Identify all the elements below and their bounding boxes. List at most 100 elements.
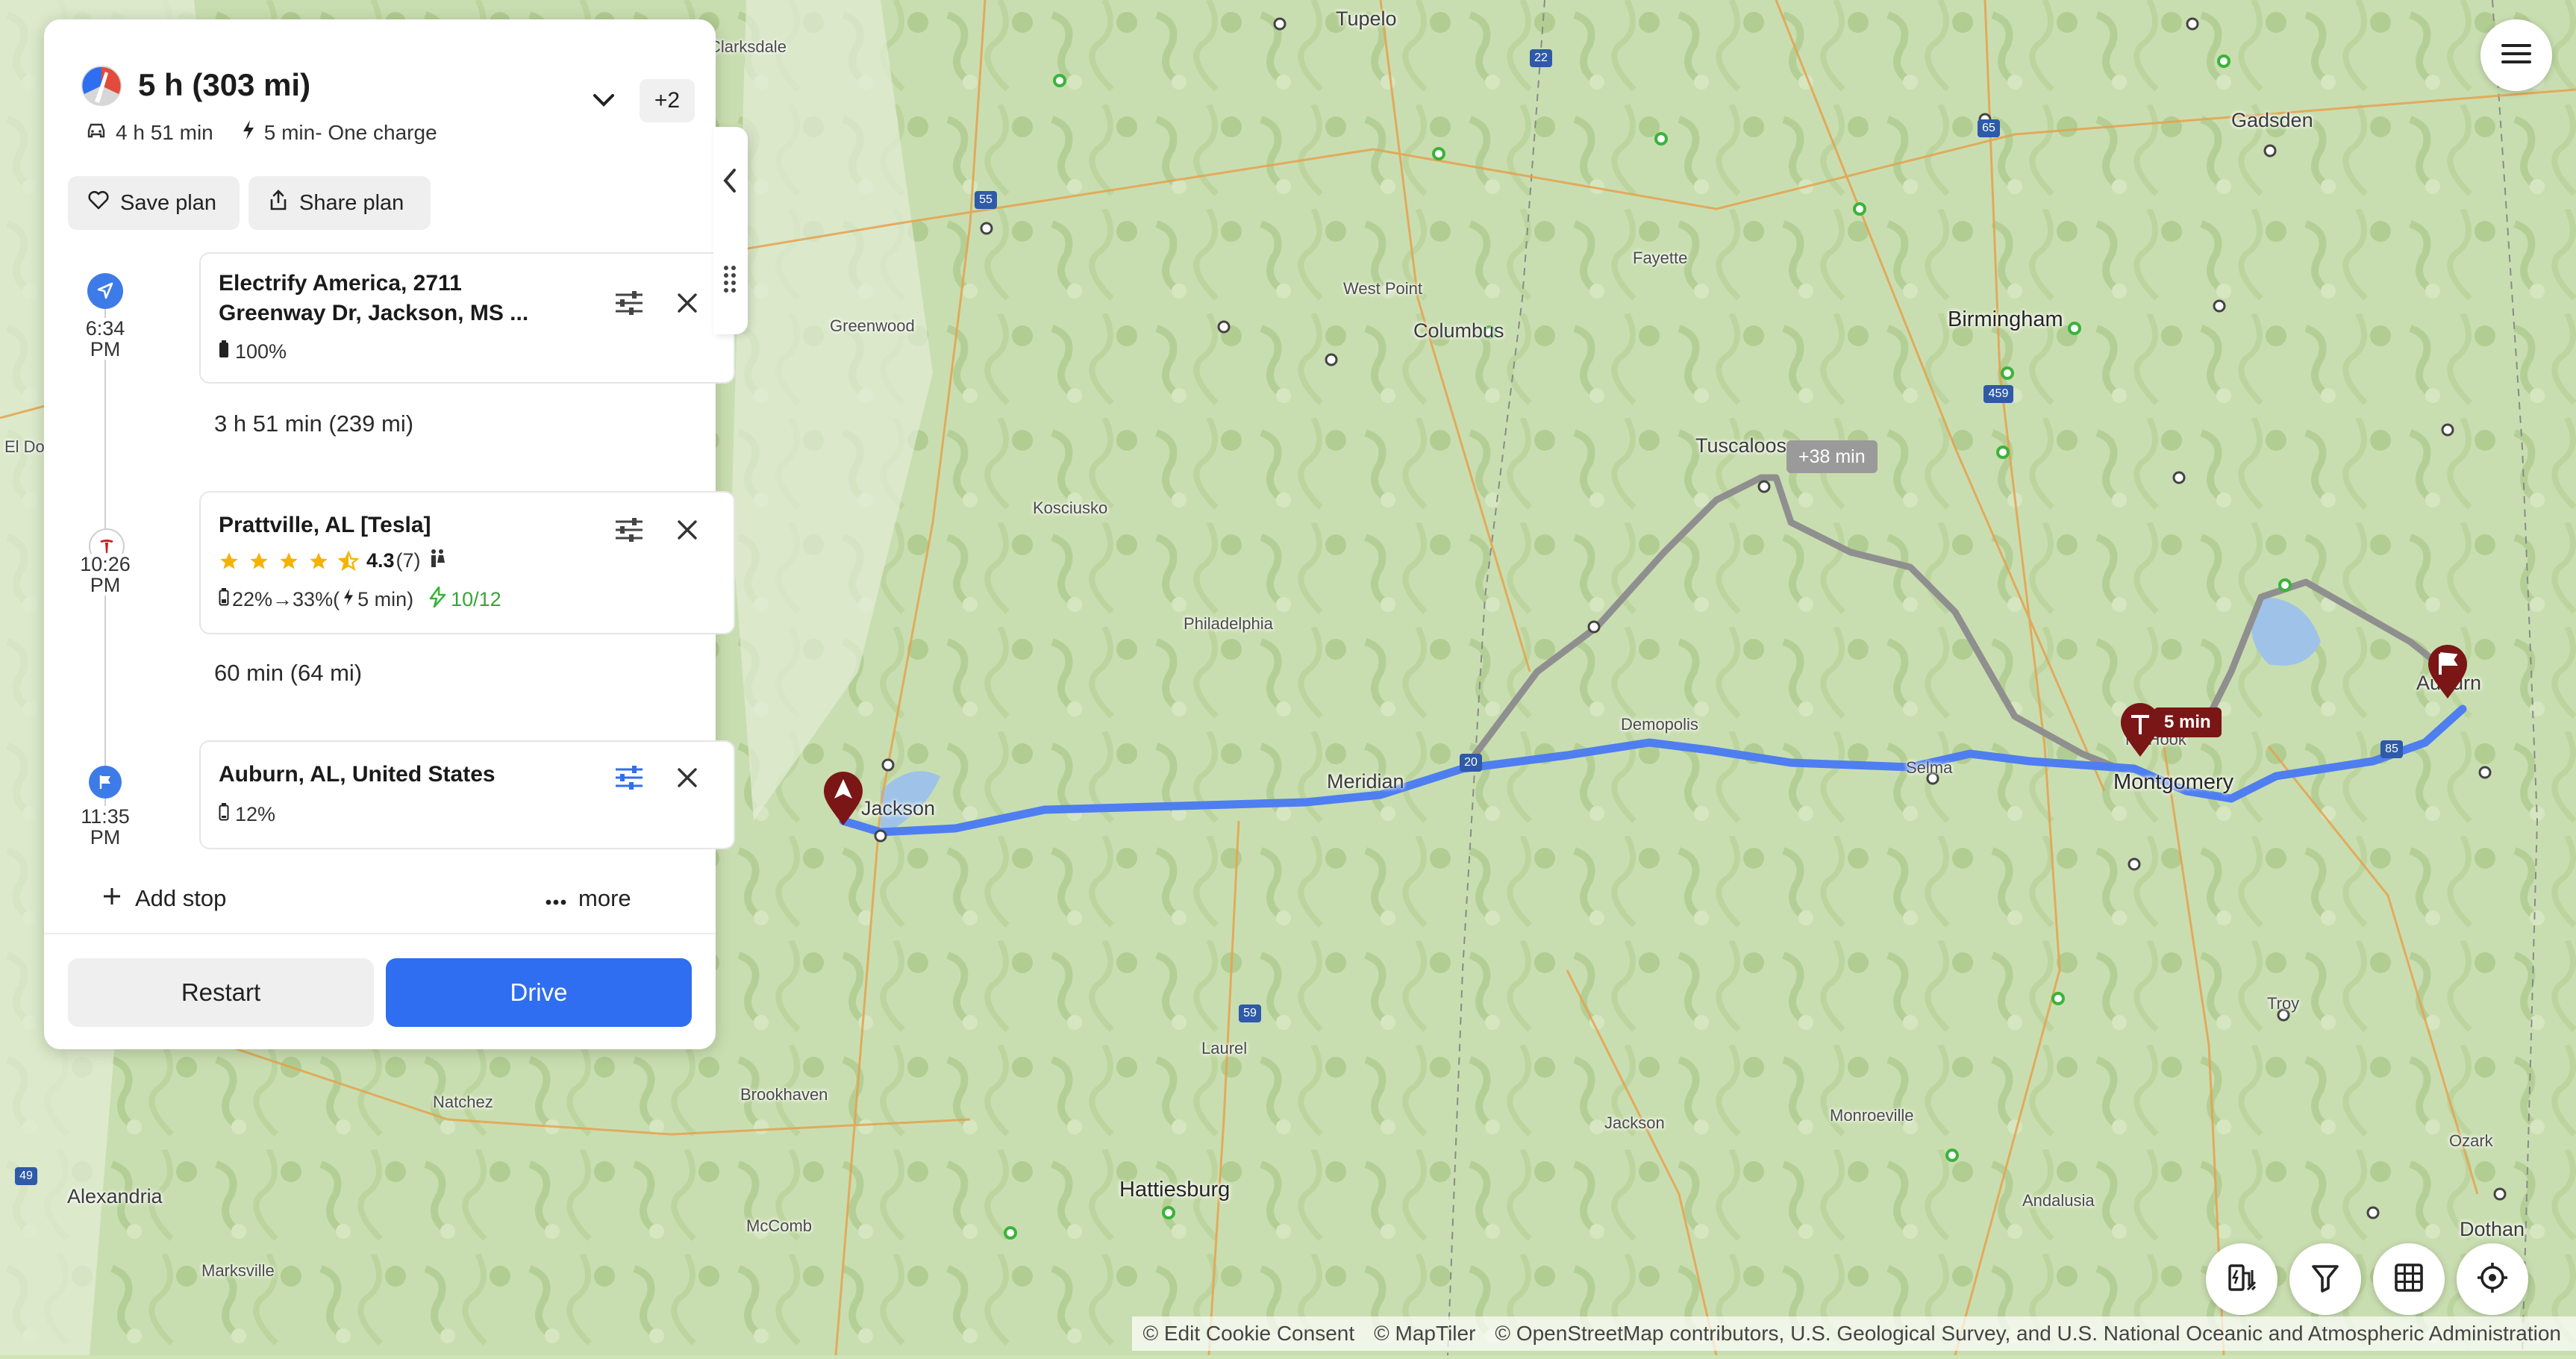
stop-settings-button[interactable] (613, 513, 645, 546)
stop-settings-button[interactable] (613, 761, 645, 794)
place-label: Tupelo (1336, 7, 1397, 30)
battery-icon (219, 340, 229, 363)
alternate-route-badge[interactable]: +38 min (1786, 440, 1878, 473)
stop-title: Electrify America, 2711 (219, 271, 462, 296)
place-label: Natchez (433, 1093, 493, 1111)
highway-shield: 65 (1978, 119, 2000, 137)
place-label: McComb (746, 1216, 813, 1235)
place-label: Montgomery (2113, 770, 2234, 794)
grid-icon (2394, 1263, 2424, 1296)
battery-level: 12% (235, 803, 276, 825)
charge-time-badge: 5 min (2154, 707, 2222, 737)
destination-flag-icon (89, 766, 122, 799)
segment-duration: 3 h 51 min (239 mi) (214, 410, 414, 437)
more-button[interactable]: more (545, 885, 631, 912)
place-label: El Do (4, 437, 45, 456)
divider (44, 933, 716, 934)
rating-count: (7) (396, 549, 421, 572)
add-stop-button[interactable]: Add stop (102, 885, 226, 912)
charge-info: 5 min- One charge (263, 120, 437, 144)
stop-time: 11:35 PM (77, 806, 134, 848)
stop-time-period: PM (90, 574, 121, 596)
place-label: Columbus (1413, 319, 1504, 342)
filter-button[interactable] (2289, 1243, 2361, 1315)
highway-shield: 22 (1530, 49, 1552, 67)
highway-shield: 20 (1460, 754, 1482, 772)
highway-shield: 59 (1239, 1005, 1261, 1022)
map-attribution: © Edit Cookie Consent © MapTiler © OpenS… (1132, 1316, 2576, 1351)
place-label: Clarksdale (709, 37, 787, 56)
add-stop-label: Add stop (135, 885, 227, 911)
battery-level: 100% (235, 340, 287, 363)
remove-stop-button[interactable] (671, 513, 704, 546)
place-label: Tuscaloosa (1695, 434, 1798, 457)
star-icon (250, 552, 268, 569)
place-label: Fayette (1633, 249, 1688, 267)
place-label: Gadsden (2231, 109, 2313, 131)
route-summary: 5 h (303 mi) (138, 67, 311, 102)
place-label: Andalusia (2022, 1191, 2095, 1210)
more-label: more (578, 885, 631, 911)
stop-time-value: 10:26 (80, 553, 131, 575)
start-location-icon (87, 273, 123, 309)
stop-settings-button[interactable] (613, 287, 645, 319)
bolt-icon (343, 588, 354, 611)
charger-available-icon (428, 586, 448, 613)
my-location-button[interactable] (2457, 1243, 2528, 1315)
cookie-consent-link[interactable]: © Edit Cookie Consent (1142, 1322, 1354, 1346)
available-stalls: 10/12 (451, 588, 501, 610)
stop-time: 10:26 PM (77, 554, 134, 596)
stop-time-period: PM (90, 338, 121, 360)
stop-title: Prattville, AL [Tesla] (219, 513, 431, 537)
route-meta: 4 h 51 min 5 min- One charge (86, 119, 437, 146)
stop-time-value: 6:34 (85, 317, 125, 340)
place-label: Brookhaven (740, 1085, 828, 1104)
remove-stop-button[interactable] (671, 287, 704, 319)
trip-panel: 5 h (303 mi) 4 h 51 min 5 min- One charg… (44, 19, 735, 1049)
share-plan-label: Share plan (299, 190, 404, 215)
remove-stop-button[interactable] (671, 761, 704, 794)
heart-icon (87, 190, 110, 216)
stop-time: 6:34 PM (77, 318, 134, 360)
start-marker[interactable] (822, 770, 864, 827)
app-logo-icon (80, 64, 123, 107)
star-icon (220, 552, 238, 569)
highway-shield: 55 (975, 191, 997, 209)
stop-title: Auburn, AL, United States (219, 762, 495, 787)
star-icon (280, 552, 298, 569)
drive-button[interactable]: Drive (386, 958, 692, 1027)
place-label: Kosciusko (1033, 499, 1108, 517)
place-label: Demopolis (1621, 715, 1698, 734)
stop-card[interactable]: Auburn, AL, United States 12% (199, 740, 735, 849)
more-routes-badge[interactable]: +2 (640, 79, 695, 122)
osm-attribution-link[interactable]: © OpenStreetMap contributors, U.S. Geolo… (1495, 1322, 2561, 1346)
chevron-left-icon[interactable] (719, 167, 740, 198)
crosshair-icon (2476, 1261, 2509, 1298)
place-label: Meridian (1327, 770, 1404, 793)
expand-chevron-button[interactable] (587, 84, 620, 116)
maptiler-link[interactable]: © MapTiler (1374, 1322, 1475, 1346)
stop-card[interactable]: Electrify America, 2711 Greenway Dr, Jac… (199, 252, 735, 384)
place-label: Monroeville (1830, 1106, 1914, 1125)
destination-marker[interactable] (2427, 643, 2469, 700)
highway-shield: 49 (15, 1167, 37, 1185)
ellipsis-icon (545, 885, 566, 912)
restart-button[interactable]: Restart (68, 958, 374, 1027)
map-layers-button[interactable] (2373, 1243, 2445, 1315)
charger-list-button[interactable] (2206, 1243, 2278, 1315)
rating-value: 4.3 (366, 549, 395, 572)
place-label: Philadelphia (1184, 614, 1273, 633)
place-label: Hattiesburg (1119, 1178, 1231, 1202)
place-label: Selma (1906, 758, 1953, 777)
menu-button[interactable] (2480, 19, 2552, 91)
stop-card[interactable]: Prattville, AL [Tesla] 4.3 (7) 22%→33%( … (199, 491, 735, 634)
drag-handle-icon[interactable] (722, 264, 738, 298)
stop-time-period: PM (90, 826, 121, 849)
save-plan-button[interactable]: Save plan (68, 176, 240, 230)
battery-icon (219, 588, 229, 611)
place-label: West Point (1343, 279, 1422, 298)
share-plan-button[interactable]: Share plan (248, 176, 431, 230)
save-plan-label: Save plan (120, 190, 216, 215)
charge-percent-range: 22%→33%( (232, 588, 340, 610)
panel-collapse-tab[interactable] (713, 127, 748, 334)
